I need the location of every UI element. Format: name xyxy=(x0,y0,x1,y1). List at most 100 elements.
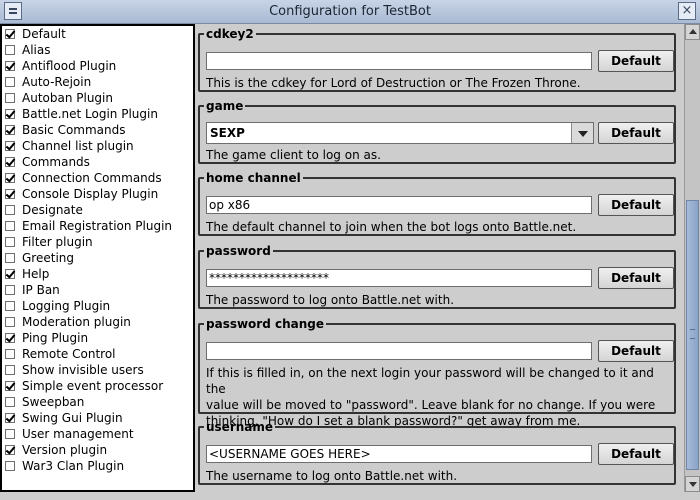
plugin-label: Default xyxy=(22,27,66,41)
username-input[interactable]: <USERNAME GOES HERE> xyxy=(206,445,592,463)
plugin-checkbox[interactable] xyxy=(5,365,15,375)
plugin-checkbox[interactable] xyxy=(5,349,15,359)
plugin-item[interactable]: User management xyxy=(2,426,193,442)
plugin-item[interactable]: Console Display Plugin xyxy=(2,186,193,202)
plugin-item[interactable]: IP Ban xyxy=(2,282,193,298)
plugin-checkbox[interactable] xyxy=(5,205,15,215)
password-change-input[interactable] xyxy=(206,342,592,360)
home-channel-default-button[interactable]: Default xyxy=(598,194,674,216)
plugin-checkbox[interactable] xyxy=(5,189,15,199)
plugin-item[interactable]: Filter plugin xyxy=(2,234,193,250)
plugin-checkbox[interactable] xyxy=(5,397,15,407)
setting-game: game SEXP Default The game client to log… xyxy=(198,100,676,164)
setting-home-channel: home channel op x86 Default The default … xyxy=(198,172,676,236)
plugin-checkbox[interactable] xyxy=(5,45,15,55)
plugin-label: Logging Plugin xyxy=(22,299,111,313)
home-channel-description: The default channel to join when the bot… xyxy=(206,220,577,234)
plugin-label: IP Ban xyxy=(22,283,60,297)
plugin-checkbox[interactable] xyxy=(5,237,15,247)
username-description: The username to log onto Battle.net with… xyxy=(206,469,458,483)
home-channel-input[interactable]: op x86 xyxy=(206,196,592,214)
scrollbar-thumb[interactable] xyxy=(686,200,699,470)
password-default-button[interactable]: Default xyxy=(598,267,674,289)
plugin-checkbox[interactable] xyxy=(5,93,15,103)
plugin-label: Antiflood Plugin xyxy=(22,59,117,73)
plugin-item[interactable]: Moderation plugin xyxy=(2,314,193,330)
plugin-checkbox[interactable] xyxy=(5,173,15,183)
plugin-checkbox[interactable] xyxy=(5,301,15,311)
plugin-checkbox[interactable] xyxy=(5,413,15,423)
plugin-item[interactable]: Channel list plugin xyxy=(2,138,193,154)
username-default-button[interactable]: Default xyxy=(598,443,674,465)
plugin-item[interactable]: Basic Commands xyxy=(2,122,193,138)
plugin-label: Console Display Plugin xyxy=(22,187,159,201)
password-change-description: If this is filled in, on the next login … xyxy=(206,365,670,429)
game-select[interactable]: SEXP xyxy=(206,122,594,144)
setting-username: username <USERNAME GOES HERE> Default Th… xyxy=(198,421,676,485)
plugin-checkbox[interactable] xyxy=(5,317,15,327)
password-input[interactable]: ******************** xyxy=(206,269,592,287)
plugin-checkbox[interactable] xyxy=(5,125,15,135)
plugin-label: Sweepban xyxy=(22,395,85,409)
plugin-item[interactable]: Battle.net Login Plugin xyxy=(2,106,193,122)
plugin-checkbox[interactable] xyxy=(5,77,15,87)
setting-label-game: game xyxy=(206,99,244,113)
plugin-checkbox[interactable] xyxy=(5,157,15,167)
plugin-item[interactable]: Swing Gui Plugin xyxy=(2,410,193,426)
plugin-checkbox[interactable] xyxy=(5,333,15,343)
plugin-item[interactable]: War3 Clan Plugin xyxy=(2,458,193,474)
plugin-checkbox[interactable] xyxy=(5,253,15,263)
plugin-item[interactable]: Ping Plugin xyxy=(2,330,193,346)
plugin-checkbox[interactable] xyxy=(5,445,15,455)
plugin-item[interactable]: Remote Control xyxy=(2,346,193,362)
plugin-checkbox[interactable] xyxy=(5,381,15,391)
plugin-label: Basic Commands xyxy=(22,123,126,137)
cdkey2-default-button[interactable]: Default xyxy=(598,50,674,72)
plugin-checkbox[interactable] xyxy=(5,221,15,231)
plugin-checkbox[interactable] xyxy=(5,429,15,439)
plugin-item[interactable]: Logging Plugin xyxy=(2,298,193,314)
vertical-scrollbar[interactable] xyxy=(684,24,700,492)
close-icon[interactable]: × xyxy=(678,2,696,20)
password-change-description-line: value will be moved to "password". Leave… xyxy=(206,398,656,412)
password-description: The password to log onto Battle.net with… xyxy=(206,293,455,307)
plugin-item[interactable]: Simple event processor xyxy=(2,378,193,394)
plugin-item[interactable]: Auto-Rejoin xyxy=(2,74,193,90)
plugin-item[interactable]: Designate xyxy=(2,202,193,218)
plugin-checkbox[interactable] xyxy=(5,29,15,39)
scroll-down-icon[interactable] xyxy=(685,476,700,492)
plugin-item[interactable]: Email Registration Plugin xyxy=(2,218,193,234)
plugin-item[interactable]: Show invisible users xyxy=(2,362,193,378)
cdkey2-input[interactable] xyxy=(206,52,592,70)
scroll-up-icon[interactable] xyxy=(685,24,700,40)
plugin-item[interactable]: Greeting xyxy=(2,250,193,266)
plugin-checkbox[interactable] xyxy=(5,109,15,119)
plugin-item[interactable]: Sweepban xyxy=(2,394,193,410)
plugin-label: Email Registration Plugin xyxy=(22,219,173,233)
plugin-item[interactable]: Antiflood Plugin xyxy=(2,58,193,74)
setting-cdkey2: cdkey2 Default This is the cdkey for Lor… xyxy=(198,28,676,92)
plugin-label: Swing Gui Plugin xyxy=(22,411,123,425)
plugin-item[interactable]: Version plugin xyxy=(2,442,193,458)
setting-label-password: password xyxy=(206,244,271,258)
plugin-label: War3 Clan Plugin xyxy=(22,459,125,473)
plugin-item[interactable]: Connection Commands xyxy=(2,170,193,186)
plugin-checkbox[interactable] xyxy=(5,61,15,71)
setting-password: password ******************** Default Th… xyxy=(198,245,676,309)
chevron-down-icon[interactable] xyxy=(571,123,593,143)
plugin-checkbox[interactable] xyxy=(5,461,15,471)
plugin-checkbox[interactable] xyxy=(5,285,15,295)
plugin-item[interactable]: Help xyxy=(2,266,193,282)
game-default-button[interactable]: Default xyxy=(598,122,674,144)
plugin-checkbox[interactable] xyxy=(5,141,15,151)
plugin-label: Alias xyxy=(22,43,51,57)
password-change-default-button[interactable]: Default xyxy=(598,340,674,362)
plugin-checkbox[interactable] xyxy=(5,269,15,279)
plugin-label: Autoban Plugin xyxy=(22,91,113,105)
plugin-item[interactable]: Alias xyxy=(2,42,193,58)
plugin-label: Show invisible users xyxy=(22,363,144,377)
plugin-item[interactable]: Autoban Plugin xyxy=(2,90,193,106)
plugin-item[interactable]: Commands xyxy=(2,154,193,170)
plugin-item[interactable]: Default xyxy=(2,26,193,42)
plugin-label: Auto-Rejoin xyxy=(22,75,92,89)
